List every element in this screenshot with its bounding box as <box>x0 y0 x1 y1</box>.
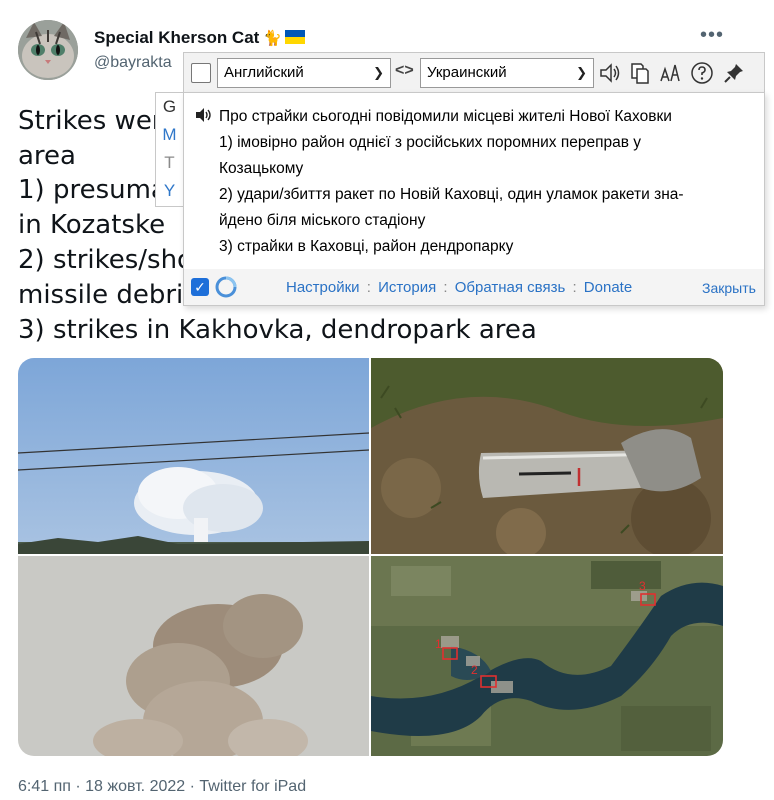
translation-panel: Про страйки сьогодні повідомили місцеві … <box>183 92 765 306</box>
photo-satellite-map[interactable]: 1 2 3 <box>371 556 723 756</box>
translation-line: 2) удари/збиття ракет по Новій Каховці, … <box>219 186 684 203</box>
photo-smoke-sky[interactable] <box>18 358 369 554</box>
chevron-down-icon: ❯ <box>373 65 384 80</box>
translation-line: 1) імовірно район однієї з російських по… <box>219 134 642 151</box>
translation-line: 3) страйки в Каховці, район дендропарку <box>219 238 514 255</box>
tweet-timestamp[interactable]: 6:41 пп · 18 жовт. 2022 · Twitter for iP… <box>18 778 306 796</box>
enable-checkbox[interactable]: ✓ <box>191 278 209 296</box>
map-marker-label: 1 <box>435 637 442 651</box>
map-marker-label: 2 <box>471 663 478 677</box>
feedback-link[interactable]: Обратная связь <box>455 279 566 296</box>
listen-icon[interactable] <box>195 107 213 123</box>
tweet-text-line: 1) presuma <box>18 175 167 205</box>
tab-translate[interactable]: T <box>156 149 183 177</box>
translator-footer: ✓ Настройки : История : Обратная связь :… <box>184 269 764 305</box>
tweet-text-line: 2) strikes/sho <box>18 245 193 275</box>
tweet-text-line: missile debris <box>18 280 197 310</box>
link-separator: : <box>366 279 371 296</box>
media-grid: 1 2 3 <box>18 358 723 756</box>
photo-missile-debris[interactable] <box>371 358 723 554</box>
settings-link[interactable]: Настройки <box>286 279 360 296</box>
link-separator: : <box>572 279 577 296</box>
close-link[interactable]: Закрыть <box>702 280 756 296</box>
footer-links: Настройки : История : Обратная связь : D… <box>286 279 632 296</box>
swap-languages-button[interactable]: <> <box>395 62 414 80</box>
donate-link[interactable]: Donate <box>584 279 632 296</box>
target-language-value: Украинский <box>427 64 507 81</box>
chevron-down-icon: ❯ <box>576 65 587 80</box>
translation-line: Про страйки сьогодні повідомили місцеві … <box>219 108 672 125</box>
cat-emoji-icon: 🐈 <box>263 30 283 47</box>
avatar[interactable] <box>18 20 78 80</box>
tab-microsoft[interactable]: M <box>156 121 183 149</box>
tab-google[interactable]: G <box>156 93 183 121</box>
link-separator: : <box>443 279 448 296</box>
font-size-icon[interactable] <box>658 61 682 85</box>
speaker-icon[interactable] <box>598 61 622 85</box>
tweet-text-line: area <box>18 141 76 171</box>
tweet-text-line: 3) strikes in Kakhovka, dendropark area <box>18 315 537 345</box>
more-options-button[interactable]: ••• <box>700 24 724 47</box>
source-language-value: Английский <box>224 64 304 81</box>
target-language-select[interactable]: Украинский ❯ <box>420 58 594 88</box>
photo-brown-smoke[interactable] <box>18 556 369 756</box>
map-marker-label: 3 <box>639 579 646 593</box>
help-icon[interactable] <box>690 61 714 85</box>
translator-logo-icon[interactable] <box>214 275 238 299</box>
tab-yandex[interactable]: Y <box>156 177 183 205</box>
copy-icon[interactable] <box>628 61 652 85</box>
ukraine-flag-icon <box>285 30 306 44</box>
author-handle[interactable]: @bayrakta <box>94 54 172 72</box>
translator-toolbar: Английский ❯ <> Украинский ❯ <box>183 52 765 92</box>
pin-checkbox[interactable] <box>191 63 211 83</box>
translation-line: Козацькому <box>219 160 304 177</box>
source-language-select[interactable]: Английский ❯ <box>217 58 391 88</box>
tweet-text-line: in Kozatske <box>18 210 166 240</box>
author-name[interactable]: Special Kherson Cat 🐈 <box>94 28 306 48</box>
pin-icon[interactable] <box>722 61 746 85</box>
translator-engine-tabs: G M T Y <box>155 92 183 207</box>
translation-line: йдено біля міського стадіону <box>219 212 426 229</box>
history-link[interactable]: История <box>378 279 436 296</box>
tweet-text-line: Strikes wer <box>18 106 163 136</box>
author-name-text: Special Kherson Cat <box>94 28 260 47</box>
